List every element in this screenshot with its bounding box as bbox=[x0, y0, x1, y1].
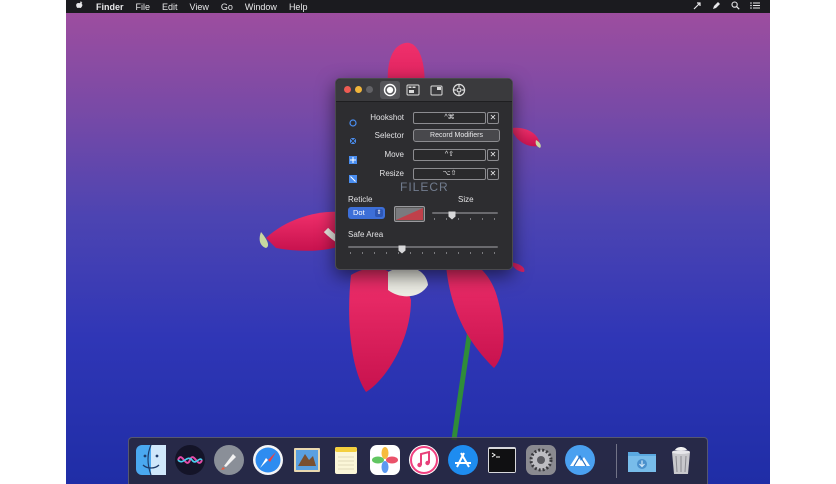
shortcut-row-selector: Selector Record Modifiers bbox=[336, 129, 512, 145]
size-label: Size bbox=[458, 195, 474, 204]
safe-area-slider-track[interactable] bbox=[348, 246, 498, 248]
resize-clear-button[interactable]: ✕ bbox=[487, 168, 499, 180]
resize-shortcut-field[interactable]: ⌥⇧ bbox=[413, 168, 486, 180]
window-titlebar[interactable] bbox=[336, 79, 512, 102]
shortcut-row-move: Move ^⇧ ✕ bbox=[336, 148, 512, 164]
move-shortcut-field[interactable]: ^⇧ bbox=[413, 149, 486, 161]
menu-file[interactable]: File bbox=[136, 2, 151, 12]
reticle-color-well[interactable] bbox=[394, 206, 425, 222]
record-modifiers-button[interactable]: Record Modifiers bbox=[413, 129, 500, 142]
cursor-icon[interactable] bbox=[693, 1, 702, 12]
resize-label: Resize bbox=[379, 169, 404, 178]
dock-downloads-folder-icon[interactable] bbox=[626, 444, 658, 476]
settings-tab-icon[interactable] bbox=[449, 81, 469, 99]
dock-terminal-icon[interactable] bbox=[486, 444, 518, 476]
dock-trash-icon[interactable] bbox=[665, 444, 697, 476]
dock-mail-icon[interactable] bbox=[291, 444, 323, 476]
dock-itunes-icon[interactable] bbox=[408, 444, 440, 476]
dock bbox=[128, 437, 708, 484]
menu-finder[interactable]: Finder bbox=[96, 2, 124, 12]
hookshot-icon bbox=[349, 114, 357, 127]
safe-area-label: Safe Area bbox=[348, 230, 384, 239]
dock-notes-icon[interactable] bbox=[330, 444, 362, 476]
hookshot-clear-button[interactable]: ✕ bbox=[487, 112, 499, 124]
keyboard-tab-icon[interactable] bbox=[403, 81, 423, 99]
menu-edit[interactable]: Edit bbox=[162, 2, 178, 12]
resize-icon bbox=[349, 170, 357, 183]
menu-window[interactable]: Window bbox=[245, 2, 277, 12]
selector-icon bbox=[349, 132, 357, 145]
chevron-updown-icon: ⇕ bbox=[375, 209, 383, 217]
safe-area-slider-ticks bbox=[350, 252, 495, 254]
hookshot-label: Hookshot bbox=[370, 113, 404, 122]
menu-help[interactable]: Help bbox=[289, 2, 308, 12]
hookshot-shortcut-field[interactable]: ^⌘ bbox=[413, 112, 486, 124]
size-slider-ticks bbox=[434, 218, 495, 220]
dock-siri-icon[interactable] bbox=[174, 444, 206, 476]
move-label: Move bbox=[384, 150, 404, 159]
list-icon[interactable] bbox=[750, 1, 760, 12]
menu-bar: Finder File Edit View Go Window Help bbox=[66, 0, 770, 13]
zoom-button[interactable] bbox=[366, 86, 373, 93]
window-tab-icon[interactable] bbox=[426, 81, 446, 99]
close-button[interactable] bbox=[344, 86, 351, 93]
dock-hookshot-icon[interactable] bbox=[564, 444, 596, 476]
shortcut-row-resize: Resize ⌥⇧ ✕ bbox=[336, 167, 512, 183]
record-tab-icon[interactable] bbox=[380, 81, 400, 99]
reticle-style-select[interactable]: Dot ⇕ bbox=[348, 207, 385, 219]
selector-label: Selector bbox=[374, 131, 404, 140]
safe-area-slider-knob[interactable] bbox=[398, 241, 406, 254]
shortcut-row-hookshot: Hookshot ^⌘ ✕ bbox=[336, 111, 512, 127]
apple-menu-icon[interactable] bbox=[76, 0, 84, 13]
menu-view[interactable]: View bbox=[190, 2, 209, 12]
dock-separator bbox=[616, 444, 617, 478]
pen-icon[interactable] bbox=[712, 1, 721, 12]
size-slider-track[interactable] bbox=[432, 212, 498, 214]
dock-launchpad-icon[interactable] bbox=[213, 444, 245, 476]
dock-finder-icon[interactable] bbox=[135, 444, 167, 476]
reticle-style-value: Dot bbox=[353, 208, 365, 217]
desktop: Finder File Edit View Go Window Help Hoo… bbox=[66, 0, 770, 484]
size-slider-knob[interactable] bbox=[448, 207, 456, 220]
dock-app-store-icon[interactable] bbox=[447, 444, 479, 476]
search-icon[interactable] bbox=[731, 1, 740, 12]
move-clear-button[interactable]: ✕ bbox=[487, 149, 499, 161]
dock-system-preferences-icon[interactable] bbox=[525, 444, 557, 476]
dock-photos-icon[interactable] bbox=[369, 444, 401, 476]
menu-go[interactable]: Go bbox=[221, 2, 233, 12]
dock-safari-icon[interactable] bbox=[252, 444, 284, 476]
move-icon bbox=[349, 151, 357, 164]
minimize-button[interactable] bbox=[355, 86, 362, 93]
hookshot-preferences-window: Hookshot ^⌘ ✕ Selector Record Modifiers … bbox=[335, 78, 513, 270]
reticle-label: Reticle bbox=[348, 195, 373, 204]
filecr-watermark: FILECR bbox=[400, 180, 449, 194]
